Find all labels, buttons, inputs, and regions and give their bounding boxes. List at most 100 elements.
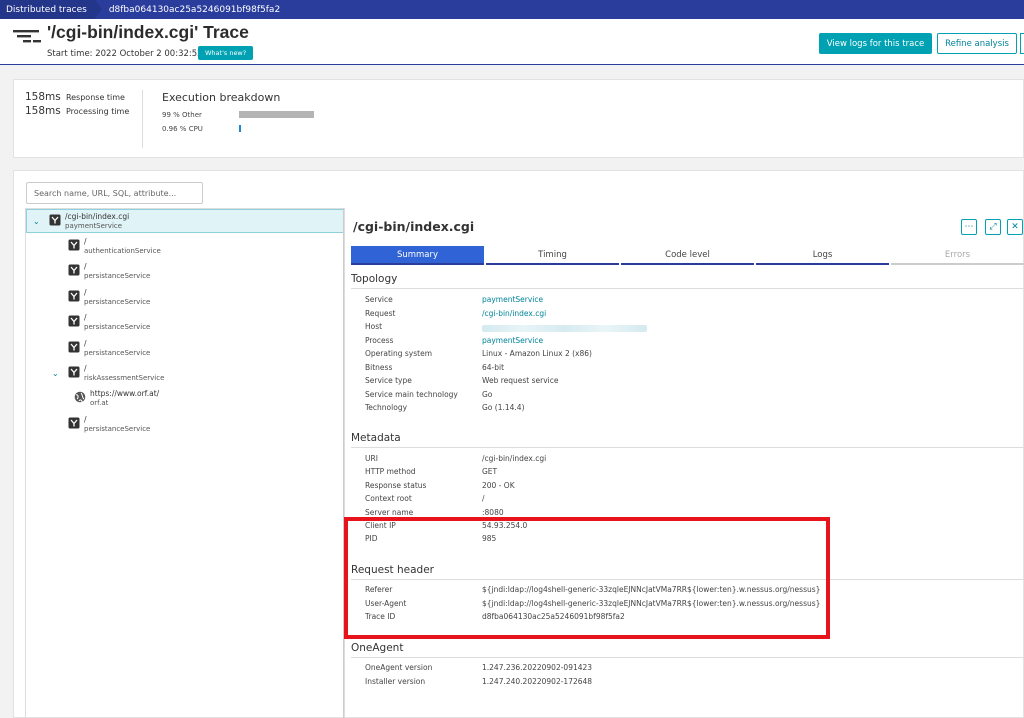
divider [351,447,1024,448]
property-value: 1.247.236.20220902-091423 [482,663,593,672]
search-input[interactable] [26,182,203,204]
tree-node[interactable]: ⌄ / riskAssessmentService [26,362,344,386]
property-row: Request/cgi-bin/index.cgi [365,309,1015,321]
divider [351,288,1024,289]
property-key: Technology [365,403,408,412]
tree-node[interactable]: / persistanceService [26,260,344,284]
property-value: 1.247.240.20220902-172648 [482,676,593,686]
tree-node[interactable]: / authenticationService [26,235,344,259]
property-key: Context root [365,494,412,504]
refine-analysis-button[interactable]: Refine analysis [937,33,1017,54]
property-key: Service type [365,376,412,385]
property-value: Go (1.14.4) [482,403,525,412]
property-value: Linux - Amazon Linux 2 (x86) [482,349,592,358]
property-value: 64-bit [482,362,505,372]
tree-node-service: orf.at [90,399,109,407]
details-tabs: Summary Timing Code level Logs Errors [351,246,1024,265]
tree-node[interactable]: / persistanceService [26,286,344,310]
distributed-trace-icon [13,30,41,43]
divider[interactable] [343,208,344,718]
tree-node-name: / [84,237,87,246]
property-key: HTTP method [365,467,416,477]
breakdown-cpu-bar[interactable] [239,125,241,132]
breakdown-cpu-label: 0.96 % CPU [162,125,203,133]
tree-node[interactable]: / persistanceService [26,311,344,335]
service-icon [68,264,80,276]
tab-timing[interactable]: Timing [486,246,619,265]
tree-node-service: authenticationService [84,247,161,255]
tab-logs[interactable]: Logs [756,246,889,265]
tree-node[interactable]: / persistanceService [26,413,344,437]
breadcrumb-trace-id: d8fba064130ac25a5246091bf98f5fa2 [108,4,281,15]
chevron-down-icon[interactable]: ⌄ [52,369,59,378]
property-row: Service main technology Go [365,390,1015,402]
whats-new-button[interactable]: What's new? [198,46,254,60]
tab-code-level[interactable]: Code level [621,246,754,265]
property-row: Process paymentService [365,336,1015,348]
property-value: 200 - OK [482,480,515,490]
trace-tree: ⌄/cgi-bin/index.cgi paymentService / authen… [25,208,345,718]
tab-summary[interactable]: Summary [351,246,484,265]
property-row: Operating system Linux - Amazon Linux 2 (… [365,349,1015,361]
property-key: OneAgent version [365,663,433,672]
tree-node-service: persistanceService [84,272,151,280]
property-key: Installer version [365,676,426,686]
property-row: Service paymentService [365,295,1015,307]
property-value: / [482,494,485,504]
service-icon [68,366,80,378]
property-row: Host [365,322,1015,334]
tree-node-name: / [84,288,87,297]
page-title: '/cgi-bin/index.cgi' Trace [47,22,249,42]
breadcrumb-distributed-traces[interactable]: Distributed traces [0,0,102,19]
tree-node[interactable]: https://www.orf.at/orf.at [26,387,344,411]
close-icon[interactable]: ✕ [1007,219,1023,235]
redacted-value [482,325,647,332]
tree-node-service: persistanceService [84,349,151,357]
view-logs-button[interactable]: View logs for this trace [819,33,932,54]
start-time: Start time: 2022 October 2 00:32:52 [47,49,203,59]
tree-node-name: / [84,415,87,424]
property-value: /cgi-bin/index.cgi [482,454,547,463]
tree-node[interactable]: ⌄ /cgi-bin/index.cgi paymentService [26,209,344,233]
property-value[interactable]: paymentService [482,336,543,345]
metadata-heading: Metadata [351,432,401,444]
expand-icon[interactable]: ⤢ [985,219,1001,235]
processing-time: 158ms Processing time [25,105,129,117]
more-options-icon[interactable]: ⋯ [961,219,977,235]
property-value: Web request service [482,376,559,385]
property-value[interactable]: paymentService [482,295,543,304]
processing-time-value: 158ms [25,105,61,117]
summary-panel: 158ms Response time 158ms Processing tim… [13,79,1024,158]
property-value: :8080 [482,507,504,517]
response-time: 158ms Response time [25,91,125,103]
tree-node-service: persistanceService [84,298,151,306]
processing-time-label: Processing time [65,107,130,116]
property-key: Request [365,308,396,318]
property-key: URI [365,454,378,463]
property-row: OneAgent version 1.247.236.20220902-09142… [365,663,1015,675]
tree-node-name: / [84,339,87,348]
globe-icon [74,391,86,403]
tree-node-service: paymentService [65,222,123,230]
tab-errors: Errors [891,246,1024,265]
service-icon [68,417,80,429]
breakdown-other-label: 99 % Other [162,111,202,119]
highlight-box [344,517,830,639]
chevron-down-icon[interactable]: ⌄ [33,217,40,226]
breakdown-other-bar[interactable] [239,111,314,118]
topology-heading: Topology [351,273,398,285]
property-value: GET [482,467,498,477]
property-row: Installer version 1.247.240.20220902-1726… [365,677,1015,689]
property-row: HTTP method GET [365,467,1015,479]
property-value[interactable]: /cgi-bin/index.cgi [482,309,546,318]
tree-node-name: / [84,364,87,373]
response-time-label: Response time [65,93,125,102]
divider [351,657,1024,658]
tree-node[interactable]: / persistanceService [26,337,344,361]
property-row: Response status 200 - OK [365,481,1015,493]
tree-node-service: persistanceService [84,425,151,433]
property-row: Service type Web request service [365,376,1015,388]
property-value: Go [482,389,493,399]
more-button[interactable] [1020,33,1024,54]
service-icon [49,214,61,226]
